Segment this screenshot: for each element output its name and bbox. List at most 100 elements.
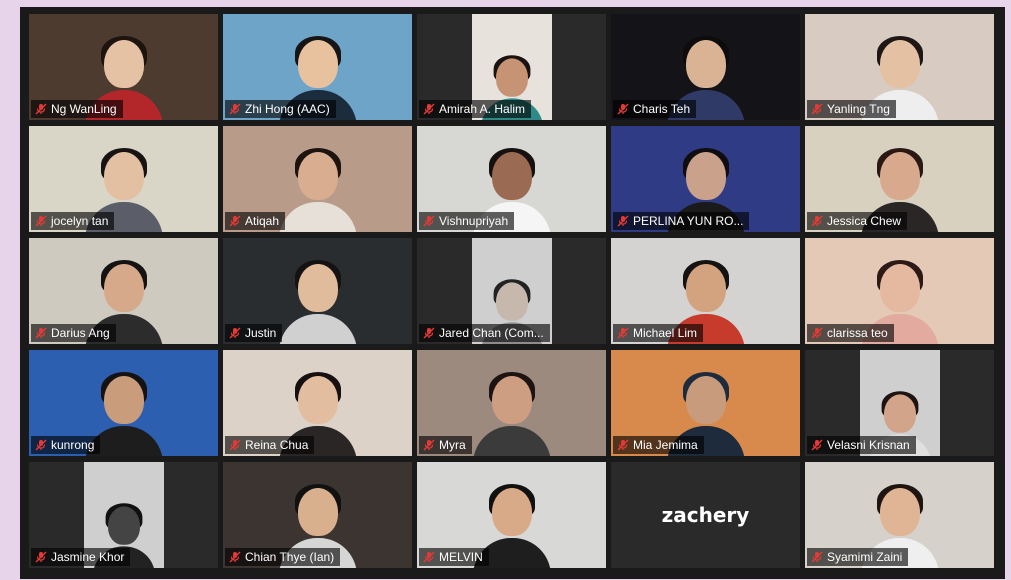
participant-video-figure	[278, 260, 357, 344]
participant-tile[interactable]: Charis Teh	[611, 14, 800, 120]
muted-mic-icon	[423, 439, 435, 451]
muted-mic-icon	[811, 327, 823, 339]
participant-name: Zhi Hong (AAC)	[245, 102, 330, 116]
participant-name-bar: Ng WanLing	[31, 100, 123, 118]
muted-mic-icon	[229, 439, 241, 451]
participant-name: Vishnupriyah	[439, 214, 509, 228]
participant-tile[interactable]: Jasmine Khor	[29, 462, 218, 568]
participant-tile[interactable]: Jessica Chew	[805, 126, 994, 232]
participant-name: PERLINA YUN RO...	[633, 214, 744, 228]
participant-name: Reina Chua	[245, 438, 309, 452]
participant-name-bar: MELVIN	[419, 548, 489, 566]
participant-tile[interactable]: Atiqah	[223, 126, 412, 232]
muted-mic-icon	[811, 103, 823, 115]
participant-name-bar: Myra	[419, 436, 472, 454]
participant-name: Syamimi Zaini	[827, 550, 903, 564]
participant-tile[interactable]: Myra	[417, 350, 606, 456]
participant-name-bar: clarissa teo	[807, 324, 894, 342]
participant-name: Mia Jemima	[633, 438, 698, 452]
participant-name: Jessica Chew	[827, 214, 902, 228]
participant-name-bar: Michael Lim	[613, 324, 704, 342]
participant-tile[interactable]: Syamimi Zaini	[805, 462, 994, 568]
gallery-view-grid: Ng WanLing Zhi Hong (AAC) Amirah A. Halim C…	[29, 14, 994, 568]
participant-name-bar: kunrong	[31, 436, 101, 454]
muted-mic-icon	[423, 103, 435, 115]
participant-name: clarissa teo	[827, 326, 888, 340]
participant-name: Atiqah	[245, 214, 280, 228]
participant-name: kunrong	[51, 438, 95, 452]
muted-mic-icon	[423, 551, 435, 563]
participant-name-placeholder: zachery	[661, 503, 750, 527]
participant-tile[interactable]: jocelyn tan	[29, 126, 218, 232]
participant-name: MELVIN	[439, 550, 483, 564]
participant-name: Charis Teh	[633, 102, 691, 116]
muted-mic-icon	[617, 327, 629, 339]
participant-name: Darius Ang	[51, 326, 110, 340]
participant-tile[interactable]: zachery	[611, 462, 800, 568]
participant-tile[interactable]: MELVIN	[417, 462, 606, 568]
participant-name: jocelyn tan	[51, 214, 109, 228]
muted-mic-icon	[35, 103, 47, 115]
participant-tile[interactable]: Reina Chua	[223, 350, 412, 456]
muted-mic-icon	[811, 551, 823, 563]
participant-name: Ng WanLing	[51, 102, 117, 116]
participant-tile[interactable]: Mia Jemima	[611, 350, 800, 456]
participant-tile[interactable]: kunrong	[29, 350, 218, 456]
participant-video-figure	[278, 148, 357, 232]
participant-name-bar: Chian Thye (Ian)	[225, 548, 341, 566]
participant-tile[interactable]: Vishnupriyah	[417, 126, 606, 232]
muted-mic-icon	[35, 327, 47, 339]
participant-tile[interactable]: Darius Ang	[29, 238, 218, 344]
participant-name-bar: Jared Chan (Com...	[419, 324, 550, 342]
participant-name: Myra	[439, 438, 466, 452]
participant-name-bar: Jessica Chew	[807, 212, 908, 230]
participant-video-figure	[472, 372, 551, 456]
participant-tile[interactable]: Velasni Krisnan	[805, 350, 994, 456]
muted-mic-icon	[617, 439, 629, 451]
zoom-meeting-window: Ng WanLing Zhi Hong (AAC) Amirah A. Halim C…	[20, 7, 1005, 579]
muted-mic-icon	[617, 215, 629, 227]
participant-name: Yanling Tng	[827, 102, 890, 116]
participant-name-bar: Charis Teh	[613, 100, 697, 118]
muted-mic-icon	[35, 439, 47, 451]
participant-name-bar: PERLINA YUN RO...	[613, 212, 750, 230]
participant-name-bar: Yanling Tng	[807, 100, 896, 118]
participant-tile[interactable]: Jared Chan (Com...	[417, 238, 606, 344]
participant-name-bar: Darius Ang	[31, 324, 116, 342]
participant-name-bar: Mia Jemima	[613, 436, 704, 454]
participant-tile[interactable]: clarissa teo	[805, 238, 994, 344]
participant-name: Justin	[245, 326, 277, 340]
participant-name: Chian Thye (Ian)	[245, 550, 335, 564]
participant-name: Jared Chan (Com...	[439, 326, 544, 340]
muted-mic-icon	[811, 215, 823, 227]
participant-tile[interactable]: Justin	[223, 238, 412, 344]
participant-tile[interactable]: Michael Lim	[611, 238, 800, 344]
participant-name: Michael Lim	[633, 326, 698, 340]
muted-mic-icon	[35, 551, 47, 563]
muted-mic-icon	[229, 103, 241, 115]
muted-mic-icon	[423, 215, 435, 227]
participant-tile[interactable]: Chian Thye (Ian)	[223, 462, 412, 568]
muted-mic-icon	[229, 215, 241, 227]
muted-mic-icon	[811, 439, 823, 451]
participant-name-bar: Reina Chua	[225, 436, 315, 454]
participant-name: Velasni Krisnan	[827, 438, 910, 452]
participant-name-bar: Justin	[225, 324, 283, 342]
participant-tile[interactable]: Ng WanLing	[29, 14, 218, 120]
participant-name-bar: Zhi Hong (AAC)	[225, 100, 336, 118]
participant-name-bar: Jasmine Khor	[31, 548, 131, 566]
participant-name: Amirah A. Halim	[439, 102, 526, 116]
participant-tile[interactable]: Yanling Tng	[805, 14, 994, 120]
participant-name-bar: Vishnupriyah	[419, 212, 515, 230]
participant-name-bar: Velasni Krisnan	[807, 436, 916, 454]
participant-tile[interactable]: Zhi Hong (AAC)	[223, 14, 412, 120]
muted-mic-icon	[423, 327, 435, 339]
participant-tile[interactable]: Amirah A. Halim	[417, 14, 606, 120]
participant-tile[interactable]: PERLINA YUN RO...	[611, 126, 800, 232]
participant-name-bar: Syamimi Zaini	[807, 548, 909, 566]
muted-mic-icon	[617, 103, 629, 115]
participant-name-bar: Atiqah	[225, 212, 286, 230]
participant-name-bar: jocelyn tan	[31, 212, 115, 230]
muted-mic-icon	[229, 327, 241, 339]
participant-name-bar: Amirah A. Halim	[419, 100, 532, 118]
